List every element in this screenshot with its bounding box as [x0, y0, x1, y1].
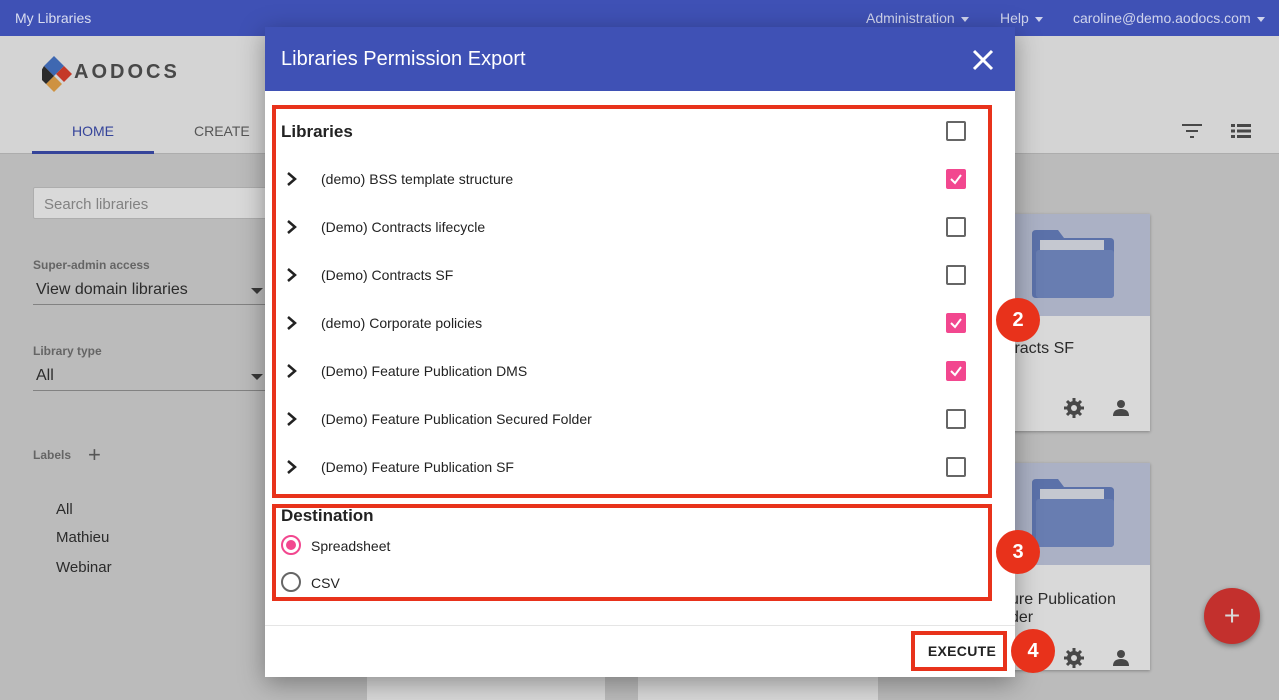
chevron-down-icon — [1034, 16, 1043, 22]
library-name: (demo) BSS template structure — [321, 171, 514, 187]
chevron-right-icon[interactable] — [285, 459, 299, 475]
library-checkbox[interactable] — [946, 217, 966, 237]
library-row[interactable]: (Demo) Feature Publication DMS — [281, 351, 971, 391]
chevron-right-icon[interactable] — [285, 219, 299, 235]
library-row[interactable]: (demo) Corporate policies — [281, 303, 971, 343]
select-all-checkbox[interactable] — [946, 121, 966, 141]
library-row[interactable]: (Demo) Feature Publication SF — [281, 447, 971, 487]
library-name: (Demo) Contracts SF — [321, 267, 454, 283]
user-email: caroline@demo.aodocs.com — [1073, 10, 1251, 26]
user-menu[interactable]: caroline@demo.aodocs.com — [1073, 10, 1265, 26]
library-checkbox[interactable] — [946, 361, 966, 381]
execute-button[interactable]: EXECUTE — [917, 639, 1007, 663]
footer-divider — [265, 625, 1015, 626]
library-checkbox[interactable] — [946, 313, 966, 333]
libraries-section-title: Libraries — [281, 122, 353, 141]
library-row[interactable]: (Demo) Contracts lifecycle — [281, 207, 971, 247]
chevron-down-icon — [960, 16, 969, 22]
chevron-right-icon[interactable] — [285, 411, 299, 427]
library-row[interactable]: (Demo) Contracts SF — [281, 255, 971, 295]
csv-label[interactable]: CSV — [311, 575, 340, 591]
library-checkbox[interactable] — [946, 169, 966, 189]
step-badge-4: 4 — [1011, 629, 1055, 673]
step-badge-2: 2 — [996, 298, 1040, 342]
libraries-permission-export-dialog: Libraries Permission Export Libraries De… — [265, 27, 1015, 677]
library-checkbox[interactable] — [946, 265, 966, 285]
csv-radio[interactable] — [281, 572, 301, 592]
radio-dot — [286, 540, 296, 550]
chevron-right-icon[interactable] — [285, 267, 299, 283]
administration-label: Administration — [866, 10, 955, 26]
app-title[interactable]: My Libraries — [15, 10, 91, 26]
spreadsheet-radio[interactable] — [281, 535, 301, 555]
chevron-right-icon[interactable] — [285, 363, 299, 379]
library-name: (demo) Corporate policies — [321, 315, 483, 331]
chevron-down-icon — [1256, 16, 1265, 22]
help-label: Help — [1000, 10, 1029, 26]
chevron-right-icon[interactable] — [285, 315, 299, 331]
dialog-title: Libraries Permission Export — [281, 48, 526, 70]
dialog-header: Libraries Permission Export — [265, 27, 1015, 91]
library-checkbox[interactable] — [946, 409, 966, 429]
library-name: (Demo) Feature Publication DMS — [321, 363, 528, 379]
library-checkbox[interactable] — [946, 457, 966, 477]
spreadsheet-label[interactable]: Spreadsheet — [311, 538, 390, 554]
library-row[interactable]: (Demo) Feature Publication Secured Folde… — [281, 399, 971, 439]
close-icon[interactable] — [968, 45, 998, 75]
destination-section-title: Destination — [281, 506, 374, 525]
library-name: (Demo) Feature Publication Secured Folde… — [321, 411, 592, 427]
library-row[interactable]: (demo) BSS template structure — [281, 159, 971, 199]
chevron-right-icon[interactable] — [285, 171, 299, 187]
step-badge-3: 3 — [996, 530, 1040, 574]
help-menu[interactable]: Help — [1000, 10, 1043, 26]
library-name: (Demo) Contracts lifecycle — [321, 219, 486, 235]
administration-menu[interactable]: Administration — [866, 10, 969, 26]
library-name: (Demo) Feature Publication SF — [321, 459, 514, 475]
